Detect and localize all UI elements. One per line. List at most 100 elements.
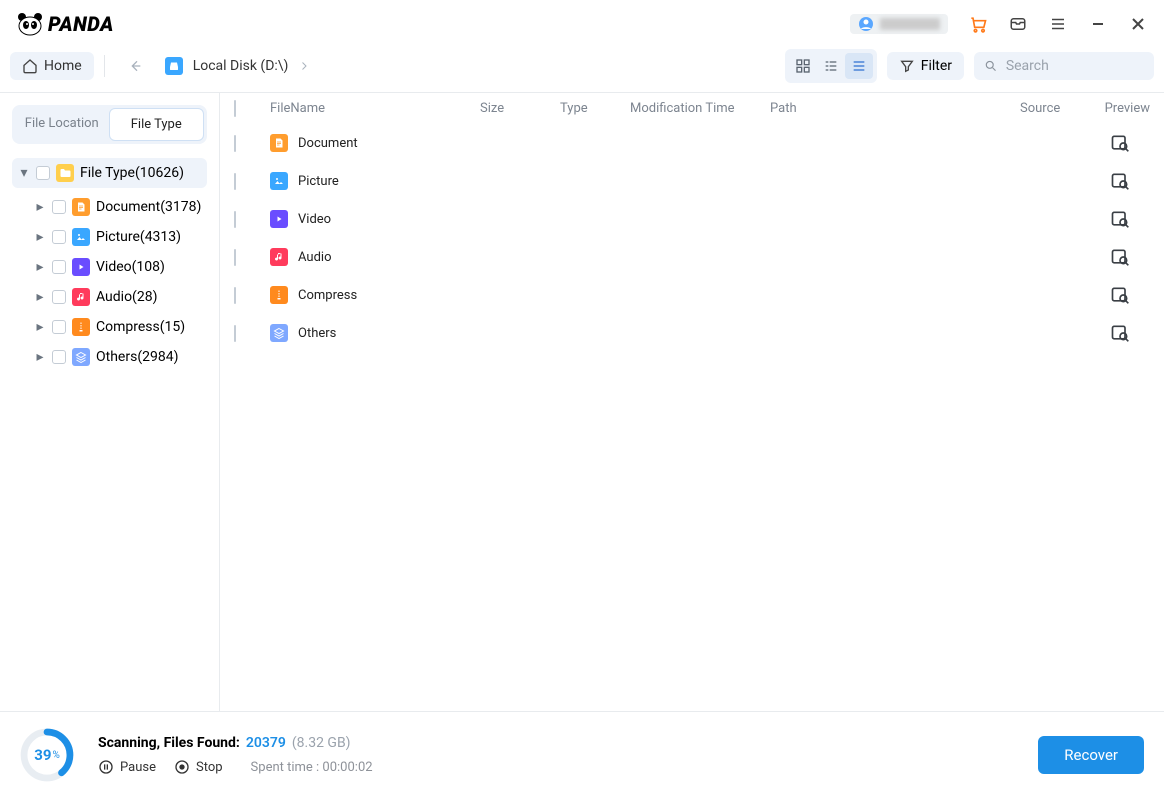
col-name[interactable]: FileName [270, 101, 480, 116]
tree-item-label: Video(108) [96, 259, 165, 275]
row-checkbox[interactable] [234, 325, 236, 342]
tree-root-label: File Type(10626) [80, 165, 184, 181]
row-name: Others [298, 326, 336, 341]
stop-button[interactable]: Stop [174, 759, 223, 775]
checkbox[interactable] [52, 320, 66, 334]
list-row[interactable]: Others [220, 314, 1164, 352]
aud-icon [72, 288, 90, 306]
filter-label: Filter [921, 58, 952, 74]
caret-right-icon: ▸ [34, 229, 46, 245]
tree-item-label: Audio(28) [96, 289, 157, 305]
col-size[interactable]: Size [480, 101, 560, 116]
preview-button[interactable] [1110, 247, 1130, 267]
row-checkbox[interactable] [234, 211, 236, 228]
filter-button[interactable]: Filter [887, 52, 964, 80]
col-type[interactable]: Type [560, 101, 630, 116]
col-source[interactable]: Source [1020, 101, 1090, 116]
tree-item-aud[interactable]: ▸ Audio(28) [30, 282, 207, 312]
tree-item-label: Others(2984) [96, 349, 178, 365]
tree-item-cmp[interactable]: ▸ Compress(15) [30, 312, 207, 342]
row-checkbox[interactable] [234, 135, 236, 152]
list-row[interactable]: Compress [220, 276, 1164, 314]
col-path[interactable]: Path [770, 101, 1020, 116]
preview-button[interactable] [1110, 171, 1130, 191]
row-name: Document [298, 136, 358, 151]
recover-button[interactable]: Recover [1038, 736, 1144, 774]
search-input[interactable] [1006, 58, 1144, 74]
sidebar-tabs: File Location File Type [12, 105, 207, 144]
tree-root-file-type[interactable]: ▾ File Type(10626) [12, 158, 207, 188]
row-name: Compress [298, 288, 357, 303]
tree-item-label: Document(3178) [96, 199, 201, 215]
view-grid-button[interactable] [789, 53, 817, 79]
app-logo: PANDA [16, 12, 114, 36]
home-button[interactable]: Home [10, 52, 94, 80]
checkbox[interactable] [52, 230, 66, 244]
tree-item-oth[interactable]: ▸ Others(2984) [30, 342, 207, 372]
tab-file-type[interactable]: File Type [109, 108, 205, 141]
select-all-checkbox[interactable] [234, 100, 236, 117]
pause-label: Pause [120, 760, 156, 775]
pause-icon [98, 759, 114, 775]
col-mtime[interactable]: Modification Time [630, 101, 770, 116]
scan-status-label: Scanning, Files Found: [98, 735, 240, 751]
list-row[interactable]: Video [220, 200, 1164, 238]
menu-icon[interactable] [1048, 14, 1068, 34]
breadcrumb-location[interactable]: Local Disk (D:\) [193, 58, 289, 74]
checkbox[interactable] [52, 350, 66, 364]
brand-text: PANDA [48, 12, 114, 36]
inbox-icon[interactable] [1008, 14, 1028, 34]
checkbox[interactable] [36, 166, 50, 180]
nav-back-button[interactable] [115, 52, 155, 80]
caret-right-icon: ▸ [34, 349, 46, 365]
col-preview[interactable]: Preview [1090, 101, 1150, 116]
view-switch [785, 49, 877, 83]
caret-right-icon: ▸ [34, 289, 46, 305]
chevron-right-icon [298, 60, 310, 72]
folder-icon [56, 164, 74, 182]
progress-number: 39 [34, 746, 51, 764]
window-close-icon[interactable] [1128, 14, 1148, 34]
caret-right-icon: ▸ [34, 259, 46, 275]
cart-icon[interactable] [968, 14, 988, 34]
window-minimize-icon[interactable] [1088, 14, 1108, 34]
preview-button[interactable] [1110, 133, 1130, 153]
row-checkbox[interactable] [234, 173, 236, 190]
list-row[interactable]: Picture [220, 162, 1164, 200]
tree-item-pic[interactable]: ▸Picture(4313) [30, 222, 207, 252]
checkbox[interactable] [52, 200, 66, 214]
tab-file-location[interactable]: File Location [15, 108, 109, 141]
preview-button[interactable] [1110, 323, 1130, 343]
list-row[interactable]: Audio [220, 238, 1164, 276]
pic-icon [72, 228, 90, 246]
preview-button[interactable] [1110, 209, 1130, 229]
progress-unit: % [52, 750, 59, 761]
caret-down-icon: ▾ [18, 165, 30, 181]
scan-found-count: 20379 [246, 735, 286, 751]
list-row[interactable]: Document [220, 124, 1164, 162]
row-name: Picture [298, 174, 339, 189]
tree-item-vid[interactable]: ▸ Video(108) [30, 252, 207, 282]
pause-button[interactable]: Pause [98, 759, 156, 775]
home-icon [22, 58, 38, 74]
scan-found-size: (8.32 GB) [292, 735, 351, 751]
doc-icon [72, 198, 90, 216]
stop-label: Stop [196, 760, 223, 775]
caret-right-icon: ▸ [34, 319, 46, 335]
user-info[interactable] [850, 14, 948, 34]
home-label: Home [44, 58, 82, 74]
oth-icon [72, 348, 90, 366]
search-box[interactable] [974, 52, 1154, 80]
tree-item-label: Compress(15) [96, 319, 185, 335]
view-list-button[interactable] [845, 53, 873, 79]
preview-button[interactable] [1110, 285, 1130, 305]
view-detail-button[interactable] [817, 53, 845, 79]
tree-item-doc[interactable]: ▸Document(3178) [30, 192, 207, 222]
cmp-icon [270, 286, 288, 304]
checkbox[interactable] [52, 260, 66, 274]
row-checkbox[interactable] [234, 249, 236, 266]
checkbox[interactable] [52, 290, 66, 304]
row-checkbox[interactable] [234, 287, 236, 304]
toolbar-divider [104, 55, 105, 77]
vid-icon [72, 258, 90, 276]
